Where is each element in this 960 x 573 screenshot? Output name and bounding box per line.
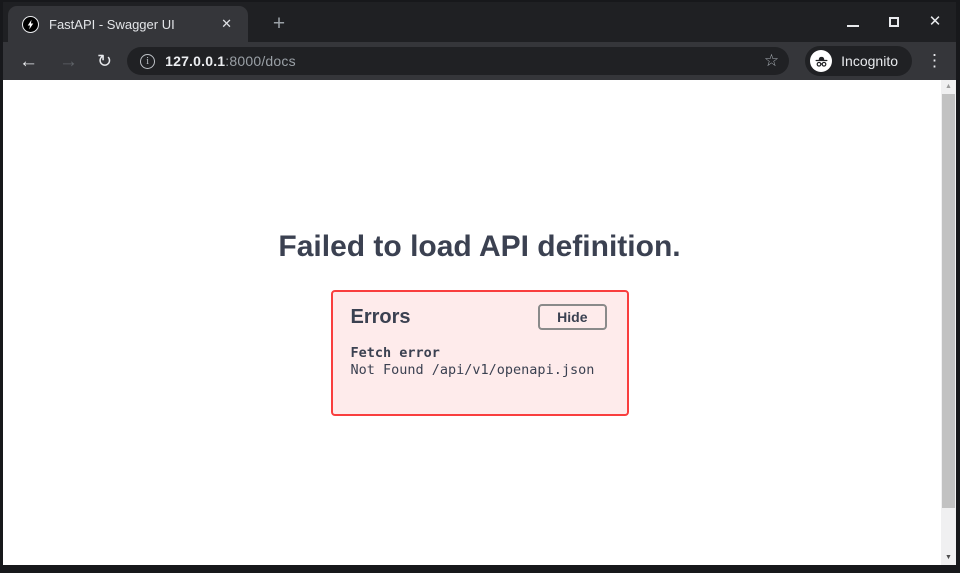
url-text[interactable]: 127.0.0.1:8000/docs	[165, 53, 756, 69]
page-title: Failed to load API definition.	[3, 230, 956, 264]
address-bar[interactable]: i 127.0.0.1:8000/docs ☆	[127, 47, 789, 75]
tab-strip: FastAPI - Swagger UI ✕ + ✕	[3, 2, 956, 42]
fastapi-favicon-icon	[22, 16, 39, 33]
vertical-scrollbar[interactable]: ▲ ▼	[941, 80, 956, 565]
site-info-icon[interactable]: i	[140, 54, 155, 69]
hide-errors-button[interactable]: Hide	[538, 304, 606, 330]
minimize-icon	[847, 25, 859, 27]
bookmark-star-icon[interactable]: ☆	[764, 51, 779, 71]
browser-tab[interactable]: FastAPI - Swagger UI ✕	[8, 6, 248, 42]
url-path: :8000/docs	[225, 53, 296, 69]
incognito-icon	[810, 50, 832, 72]
forward-button[interactable]: →	[59, 52, 78, 71]
back-button[interactable]: ←	[19, 52, 38, 71]
close-window-button[interactable]: ✕	[928, 15, 942, 29]
scrollbar-thumb[interactable]	[942, 94, 955, 508]
window-controls: ✕	[846, 2, 942, 42]
browser-toolbar: ← → ↻ i 127.0.0.1:8000/docs ☆ Incognito …	[3, 42, 956, 80]
incognito-label: Incognito	[841, 53, 898, 69]
tab-close-icon[interactable]: ✕	[217, 14, 236, 34]
minimize-button[interactable]	[846, 15, 860, 29]
new-tab-button[interactable]: +	[265, 10, 293, 38]
swagger-error-page: Failed to load API definition. Errors Hi…	[3, 80, 956, 565]
error-item-title: Fetch error	[351, 345, 607, 362]
tab-title: FastAPI - Swagger UI	[49, 17, 217, 32]
browser-menu-icon[interactable]: ⋮	[926, 51, 943, 71]
incognito-badge: Incognito	[805, 46, 912, 76]
errors-panel: Errors Hide Fetch error Not Found /api/v…	[331, 290, 629, 416]
url-host: 127.0.0.1	[165, 53, 225, 69]
browser-window: FastAPI - Swagger UI ✕ + ✕ ← → ↻ i 127.0…	[0, 0, 960, 573]
error-item: Fetch error Not Found /api/v1/openapi.js…	[351, 345, 607, 378]
page-viewport: Failed to load API definition. Errors Hi…	[3, 80, 956, 565]
scroll-up-icon[interactable]: ▲	[941, 80, 956, 93]
close-icon: ✕	[929, 15, 942, 29]
errors-header: Errors Hide	[351, 304, 607, 330]
maximize-button[interactable]	[887, 15, 901, 29]
reload-button[interactable]: ↻	[97, 52, 112, 70]
errors-title: Errors	[351, 306, 411, 329]
error-item-message: Not Found /api/v1/openapi.json	[351, 362, 607, 379]
maximize-icon	[889, 17, 899, 27]
scroll-down-icon[interactable]: ▼	[941, 551, 956, 564]
